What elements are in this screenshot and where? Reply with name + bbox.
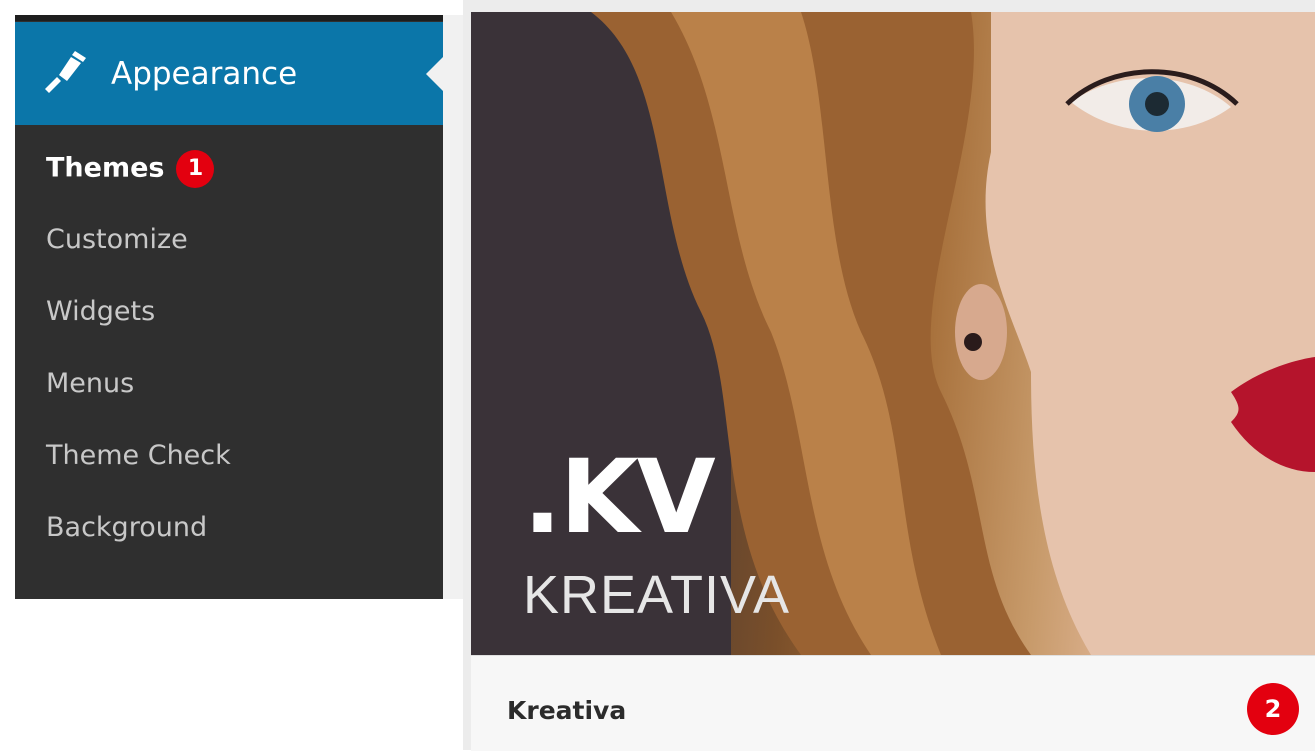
admin-sidebar: Appearance Themes 1 Customize Widgets Men… (15, 15, 443, 599)
sidebar-top-strip (15, 15, 443, 21)
appearance-submenu: Themes 1 Customize Widgets Menus Theme Ch… (46, 150, 231, 582)
submenu-item-background[interactable]: Background (46, 510, 231, 582)
submenu-item-label: Themes (46, 152, 165, 184)
submenu-item-label: Widgets (46, 296, 156, 327)
submenu-item-theme-check[interactable]: Theme Check (46, 438, 231, 510)
step-badge-2: 2 (1247, 683, 1299, 735)
submenu-item-label: Theme Check (46, 440, 231, 471)
theme-logo-wordmark: KREATIVA (523, 565, 791, 625)
theme-card[interactable]: .KV KREATIVA Kreativa 2 (463, 0, 1315, 751)
submenu-item-label: Customize (46, 224, 188, 255)
submenu-item-menus[interactable]: Menus (46, 366, 231, 438)
theme-card-footer: Kreativa 2 (471, 655, 1315, 751)
menu-appearance-label: Appearance (111, 55, 298, 92)
theme-screenshot[interactable]: .KV KREATIVA (471, 12, 1315, 655)
submenu-item-themes[interactable]: Themes 1 (46, 150, 231, 222)
theme-screenshot-art (471, 12, 1315, 655)
theme-logo-mark: .KV (523, 438, 716, 557)
submenu-item-label: Background (46, 512, 208, 543)
step-badge-1: 1 (176, 150, 215, 188)
submenu-item-label: Menus (46, 368, 135, 399)
paintbrush-icon (45, 50, 86, 93)
theme-name: Kreativa (507, 696, 627, 725)
current-menu-caret (426, 57, 443, 91)
content-gap (443, 15, 463, 599)
menu-appearance[interactable]: Appearance (15, 22, 443, 125)
submenu-item-customize[interactable]: Customize (46, 222, 231, 294)
submenu-item-widgets[interactable]: Widgets (46, 294, 231, 366)
